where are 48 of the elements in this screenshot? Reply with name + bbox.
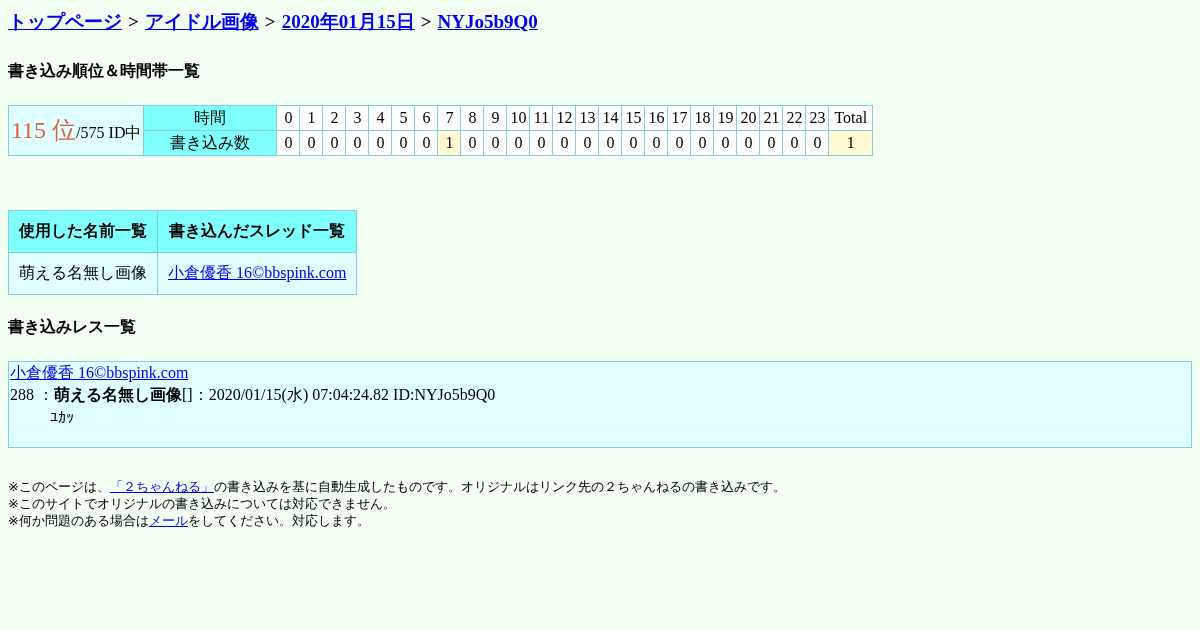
hour-cell: 4 [368, 105, 392, 130]
hour-cell: 14 [598, 105, 622, 130]
hour-cell: 16 [644, 105, 668, 130]
row-header: 時間 [143, 105, 277, 130]
breadcrumb-link[interactable]: NYJo5b9Q0 [437, 8, 538, 37]
hour-cell: 19 [713, 105, 737, 130]
hour-cell: 23 [805, 105, 829, 130]
hour-cell: 21 [759, 105, 783, 130]
hour-cell: 17 [667, 105, 691, 130]
hour-cell: 22 [782, 105, 806, 130]
hour-cell: 7 [437, 105, 461, 130]
breadcrumb-separator: > [264, 10, 276, 34]
hour-cell: 9 [483, 105, 507, 130]
hour-cell: 1 [299, 105, 323, 130]
post-body: ﾕｶｯ [50, 407, 74, 428]
hour-cell: 0 [276, 105, 300, 130]
hour-cell: 11 [529, 105, 553, 130]
section-heading: 書き込みレス一覧 [8, 316, 137, 337]
footer-note: ※何か問題のある場合はメールをしてください。対応します。 [8, 511, 370, 529]
breadcrumb-link[interactable]: トップページ [8, 8, 122, 37]
hour-cell: 3 [345, 105, 369, 130]
footer-link[interactable]: 「２ちゃんねる」 [109, 478, 214, 494]
hour-cell: 18 [690, 105, 714, 130]
table-cell: 萌える名無し画像 [8, 252, 158, 294]
hour-cell: 5 [391, 105, 415, 130]
hour-cell: 2 [322, 105, 346, 130]
section-heading: 書き込み順位＆時間帯一覧 [8, 60, 201, 81]
footer-note: ※このページは、「２ちゃんねる」の書き込みを基に自動生成したものです。オリジナルはリンク先の２ちゃんねるの書き込みです。 [8, 477, 786, 495]
hour-cell: 6 [414, 105, 438, 130]
hour-cell: Total [828, 105, 873, 130]
hour-cell: 12 [552, 105, 576, 130]
hour-cell: 13 [575, 105, 599, 130]
breadcrumb-link[interactable]: 2020年01月15日 [281, 8, 415, 37]
breadcrumb-separator: > [128, 10, 139, 34]
column-header: 使用した名前一覧 [8, 210, 158, 252]
hour-cell: 10 [506, 105, 530, 130]
breadcrumb-link[interactable]: アイドル画像 [144, 8, 259, 37]
footer-link[interactable]: メール [148, 512, 188, 528]
hour-cell: 8 [460, 105, 484, 130]
row-header: 書き込み数 [143, 130, 277, 155]
footer-note: ※このサイトでオリジナルの書き込みについては対応できません。 [8, 494, 396, 512]
hour-cell: 20 [736, 105, 760, 130]
thread-link[interactable]: 小倉優香 16©bbspink.com [10, 361, 189, 384]
rank-cell: 115 位/575 ID中 [8, 105, 144, 155]
breadcrumb-separator: > [420, 10, 432, 34]
column-header: 書き込んだスレッド一覧 [157, 210, 357, 252]
post-header: 288 ：萌える名無し画像[]：2020/01/15(水) 07:04:24.82 ID:NYJo5b9Q0 [10, 384, 496, 406]
hour-cell: 15 [621, 105, 645, 130]
